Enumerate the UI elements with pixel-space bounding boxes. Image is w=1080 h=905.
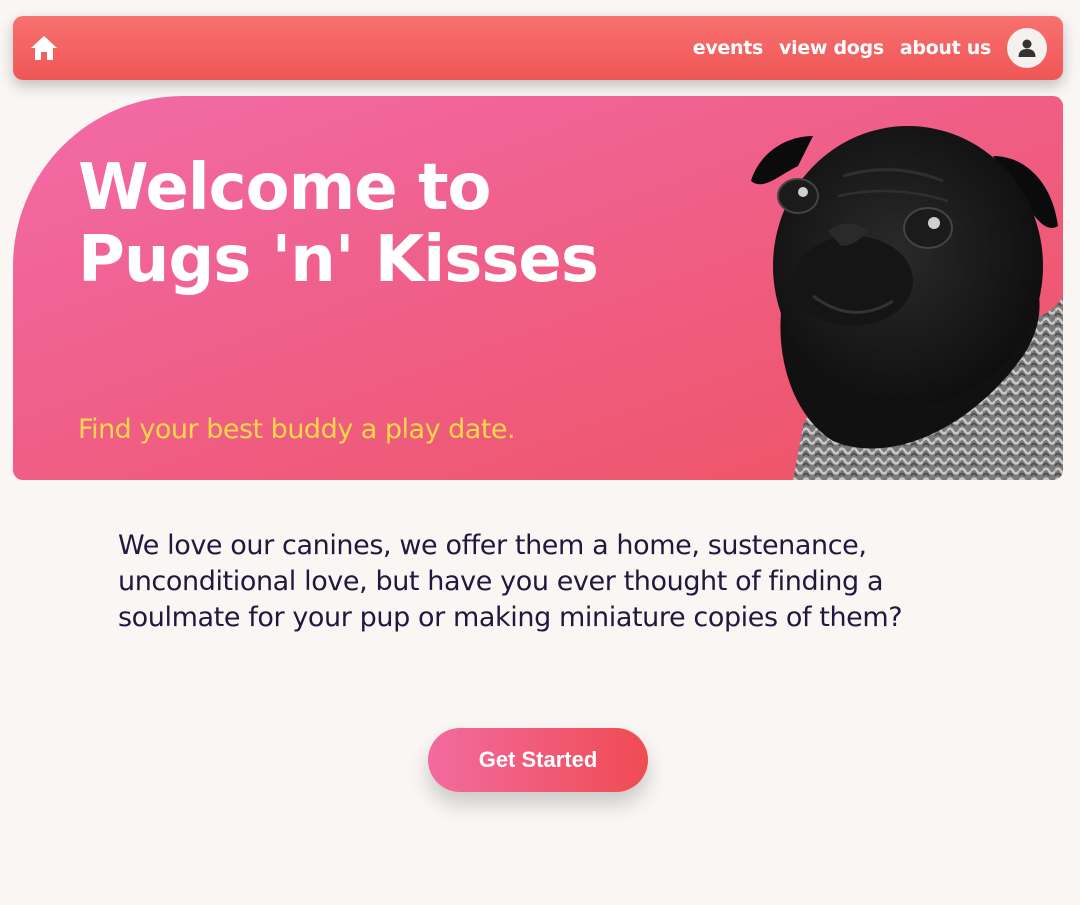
user-icon: [1018, 39, 1036, 57]
nav-links: events view dogs about us: [693, 16, 992, 80]
hero-subtitle: Find your best buddy a play date.: [78, 414, 516, 445]
nav-link-about-us[interactable]: about us: [900, 37, 991, 59]
hero-title: Welcome to Pugs 'n' Kisses: [78, 151, 599, 297]
intro-paragraph: We love our canines, we offer them a hom…: [118, 530, 903, 633]
nav-link-view-dogs[interactable]: view dogs: [779, 37, 884, 59]
pug-photo: [751, 126, 1063, 480]
hero-banner: Welcome to Pugs 'n' Kisses Find your bes…: [13, 96, 1063, 480]
top-navbar: events view dogs about us: [13, 16, 1063, 80]
get-started-button[interactable]: Get Started: [428, 728, 648, 792]
home-icon[interactable]: [29, 34, 59, 62]
user-avatar-button[interactable]: [1007, 28, 1047, 68]
nav-link-events[interactable]: events: [693, 37, 764, 59]
